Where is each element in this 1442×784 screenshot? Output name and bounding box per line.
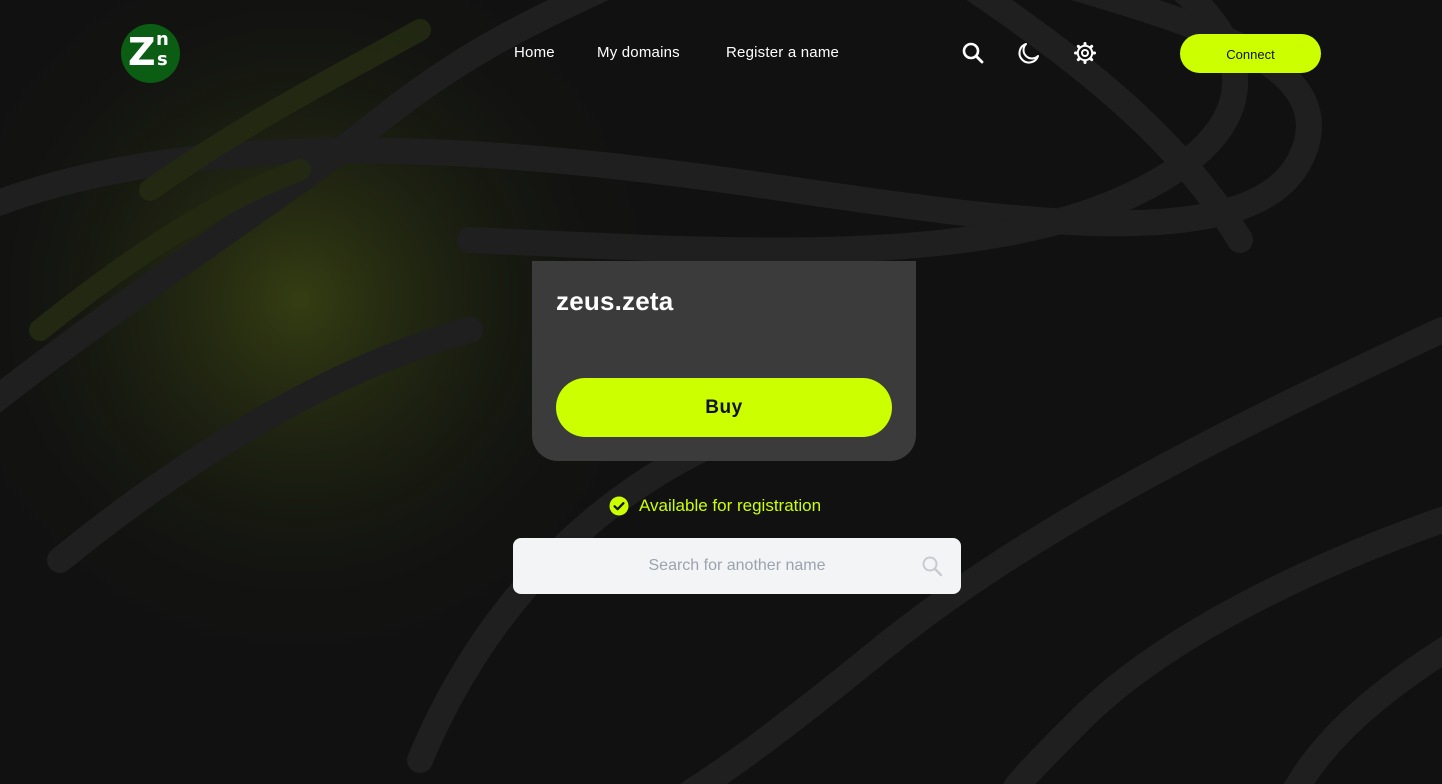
- gear-icon[interactable]: [1072, 40, 1098, 66]
- search-input[interactable]: [513, 538, 961, 594]
- zns-logo[interactable]: Z n s: [121, 24, 180, 83]
- logo-letter-z: Z: [128, 30, 156, 74]
- domain-name: zeus.zeta: [556, 286, 674, 316]
- logo-letter-s: s: [157, 49, 168, 70]
- domain-card: zeus.zeta Buy: [532, 261, 916, 461]
- nav-link-home[interactable]: Home: [514, 43, 555, 63]
- search-box: [513, 538, 961, 594]
- search-submit-icon[interactable]: [921, 555, 943, 577]
- availability-status: Available for registration: [609, 494, 821, 518]
- buy-button[interactable]: Buy: [556, 378, 892, 437]
- nav-link-my-domains[interactable]: My domains: [597, 43, 680, 63]
- nav-link-register-a-name[interactable]: Register a name: [726, 43, 839, 63]
- top-navigation: Z n s Home My domains Register a name Co…: [0, 0, 1442, 110]
- availability-text: Available for registration: [639, 496, 822, 515]
- connect-button[interactable]: Connect: [1180, 34, 1321, 73]
- logo-letter-n: n: [156, 29, 169, 50]
- moon-icon[interactable]: [1016, 40, 1042, 66]
- search-icon[interactable]: [960, 40, 986, 66]
- check-circle-icon: [609, 496, 629, 516]
